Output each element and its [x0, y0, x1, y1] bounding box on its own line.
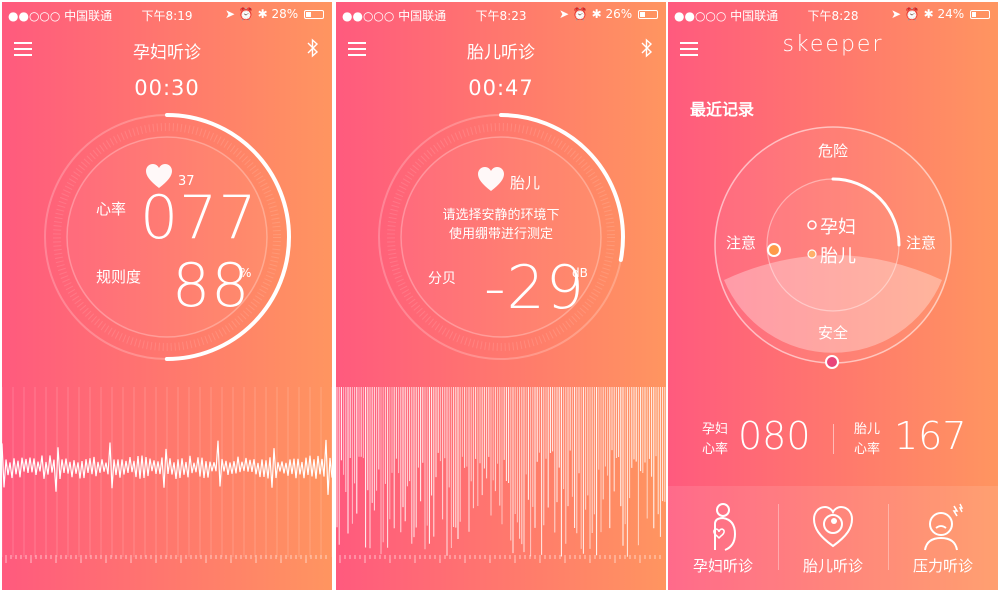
gauge-danger-label: 危险: [817, 142, 848, 160]
fetal-listening-screen: ●●○○○ 中国联通 下午8:23 ➤ ⏰ ✱ 26% 胎儿听诊 00:47 胎…: [336, 2, 666, 590]
regularity-value: 88: [172, 251, 251, 321]
gauge-caution-left-label: 注意: [726, 234, 757, 252]
nav-bar: 胎儿听诊: [336, 32, 666, 66]
battery-fill: [640, 12, 645, 17]
page-title: 孕妇听诊: [133, 43, 201, 63]
maternal-rate-label-2: 心率: [702, 442, 729, 457]
regularity-label: 规则度: [96, 268, 142, 286]
heart-icon: [478, 167, 504, 191]
fetal-label: 胎儿: [510, 174, 541, 192]
regularity-unit: %: [240, 266, 252, 280]
status-right: ➤ ⏰ ✱ 24%: [891, 7, 990, 21]
battery-percent: 24%: [937, 7, 965, 21]
bottom-tab-bar: 孕妇听诊 胎儿听诊 压力听诊: [668, 486, 998, 590]
stress-head-icon: [924, 503, 964, 551]
decibel-value: -29: [484, 253, 585, 323]
pregnant-woman-icon: [713, 503, 737, 551]
location-icon: ➤: [224, 7, 235, 21]
battery-icon: [304, 10, 324, 19]
tab-label: 胎儿听诊: [802, 557, 863, 575]
fetal-rate-label-1: 胎儿: [854, 422, 881, 437]
page-title: 胎儿听诊: [467, 43, 535, 63]
bluetooth-icon: ✱: [257, 7, 268, 21]
fetal-rate-value: 167: [894, 414, 967, 458]
legend-fetal-label: 胎儿: [820, 246, 856, 267]
legend-maternal-label: 孕妇: [820, 217, 856, 238]
ecg-waveform: [2, 387, 332, 563]
battery-icon: [970, 10, 990, 19]
status-right: ➤ ⏰ ✱ 26%: [559, 7, 658, 21]
nav-bar: skeeper: [668, 32, 998, 66]
tab-fetal-listening[interactable]: 胎儿听诊: [778, 486, 888, 590]
tab-label: 压力听诊: [912, 557, 973, 575]
gauge-safe-label: 安全: [817, 324, 848, 342]
recent-records-label: 最近记录: [690, 100, 755, 119]
battery-fill: [972, 12, 976, 17]
nav-bar: 孕妇听诊: [2, 32, 332, 66]
maternal-marker: [767, 243, 781, 257]
heart-rate-label: 心率: [96, 200, 127, 218]
bluetooth-icon: ✱: [591, 7, 602, 21]
battery-fill: [306, 12, 311, 17]
instruction-line-2: 使用绷带进行测定: [448, 227, 553, 242]
legend-fetal-dot: [807, 249, 817, 259]
location-icon: ➤: [890, 7, 901, 21]
battery-percent: 26%: [605, 7, 633, 21]
alarm-icon: ⏰: [238, 7, 254, 21]
maternal-rate-value: 080: [738, 414, 811, 458]
heart-rate-value: 077: [140, 183, 258, 253]
elapsed-timer: 00:47: [468, 76, 534, 100]
battery-icon: [638, 10, 658, 19]
fetus-heart-icon: [812, 505, 854, 548]
bluetooth-icon[interactable]: [306, 38, 320, 58]
elapsed-timer: 00:30: [134, 76, 200, 100]
sound-waveform: [336, 387, 666, 563]
maternal-listening-screen: ●●○○○ 中国联通 下午8:19 ➤ ⏰ ✱ 28% 孕妇听诊 00:30 3…: [2, 2, 332, 590]
alarm-icon: ⏰: [572, 7, 588, 21]
fetal-rate-label-2: 心率: [854, 442, 881, 457]
decibel-unit: dB: [572, 266, 588, 280]
tab-stress-listening[interactable]: 压力听诊: [888, 486, 998, 590]
brand-logo: skeeper: [782, 32, 884, 57]
bluetooth-icon: ✱: [923, 7, 934, 21]
decibel-label: 分贝: [428, 271, 456, 287]
bluetooth-icon[interactable]: [640, 38, 654, 58]
tab-label: 孕妇听诊: [692, 557, 753, 575]
fetal-marker: [825, 355, 839, 369]
status-bar: ●●○○○ 中国联通 下午8:19 ➤ ⏰ ✱ 28%: [2, 2, 332, 26]
maternal-rate-label-1: 孕妇: [702, 422, 729, 437]
location-icon: ➤: [558, 7, 569, 21]
tab-maternal-listening[interactable]: 孕妇听诊: [668, 486, 778, 590]
status-bar: ●●○○○ 中国联通 下午8:23 ➤ ⏰ ✱ 26%: [336, 2, 666, 26]
battery-percent: 28%: [271, 7, 299, 21]
home-records-screen: ●●○○○ 中国联通 下午8:28 ➤ ⏰ ✱ 24% skeeper 最近记录…: [668, 2, 998, 590]
alarm-icon: ⏰: [904, 7, 920, 21]
rate-divider: [833, 424, 834, 454]
status-right: ➤ ⏰ ✱ 28%: [225, 7, 324, 21]
instruction-line-1: 请选择安静的环境下: [442, 208, 560, 223]
gauge-caution-right-label: 注意: [906, 234, 937, 252]
status-bar: ●●○○○ 中国联通 下午8:28 ➤ ⏰ ✱ 24%: [668, 2, 998, 26]
